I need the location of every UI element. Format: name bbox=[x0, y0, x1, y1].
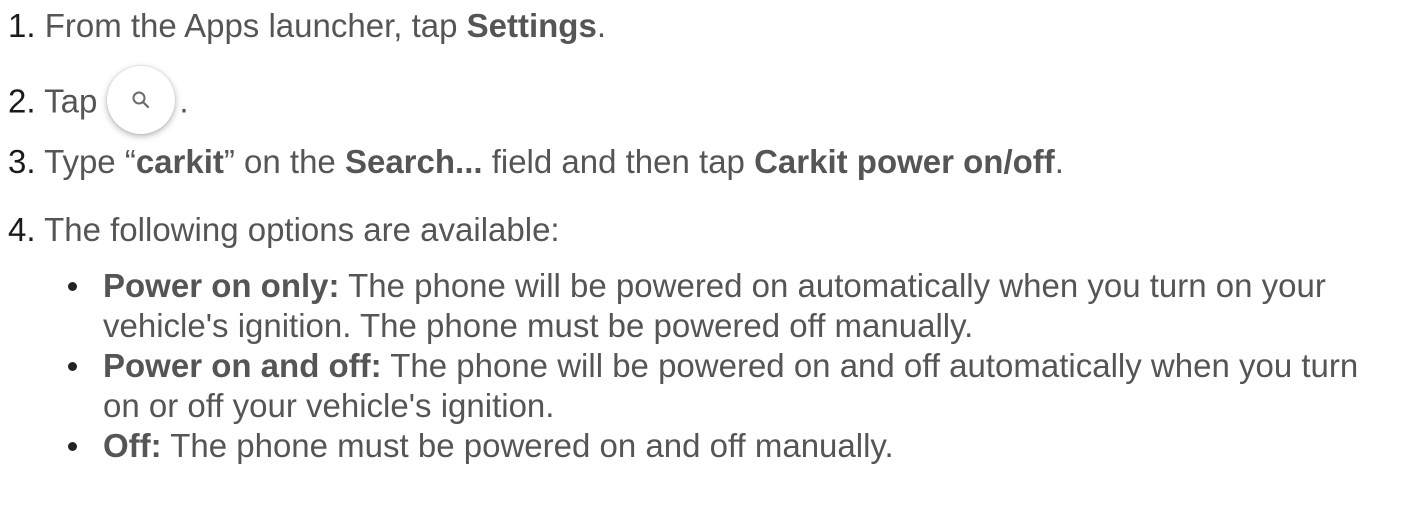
step-3: 3. Type “carkit” on the Search... field … bbox=[8, 142, 1064, 182]
option-off: Off: The phone must be powered on and of… bbox=[68, 426, 1403, 466]
bullet-icon bbox=[68, 282, 77, 291]
step-punct: . bbox=[179, 82, 189, 120]
step-1: 1. From the Apps launcher, tap Settings. bbox=[8, 6, 606, 46]
bullet-icon bbox=[68, 362, 77, 371]
carkit-term: carkit bbox=[135, 143, 224, 180]
step-number: 4. bbox=[8, 211, 36, 248]
options-list: Power on only: The phone will be powered… bbox=[68, 266, 1403, 466]
option-power-on-only: Power on only: The phone will be powered… bbox=[68, 266, 1403, 346]
carkit-power-label: Carkit power on/off bbox=[754, 143, 1055, 180]
step-number: 1. bbox=[8, 7, 36, 44]
option-power-on-and-off: Power on and off: The phone will be powe… bbox=[68, 346, 1403, 426]
step-4: 4. The following options are available: bbox=[8, 210, 560, 250]
step-text: Tap bbox=[44, 82, 98, 120]
step-text: Type “ bbox=[44, 143, 136, 180]
search-icon bbox=[132, 91, 150, 109]
step-punct: . bbox=[1054, 143, 1064, 180]
step-2: 2. Tap . bbox=[8, 66, 189, 138]
search-button[interactable] bbox=[107, 66, 176, 134]
step-text: From the Apps launcher, tap bbox=[44, 7, 467, 44]
option-text: The phone must be powered on and off man… bbox=[161, 427, 894, 464]
option-label: Power on and off: bbox=[103, 347, 382, 384]
step-text: field and then tap bbox=[482, 143, 755, 180]
option-label: Off: bbox=[103, 427, 162, 464]
search-field-label: Search... bbox=[344, 143, 483, 180]
option-label: Power on only: bbox=[103, 267, 340, 304]
step-text: ” on the bbox=[223, 143, 345, 180]
bullet-icon bbox=[68, 442, 77, 451]
step-number: 3. bbox=[8, 143, 36, 180]
step-punct: . bbox=[596, 7, 606, 44]
step-number: 2. bbox=[8, 82, 36, 120]
settings-label: Settings bbox=[466, 7, 597, 44]
step-text: The following options are available: bbox=[44, 211, 560, 248]
